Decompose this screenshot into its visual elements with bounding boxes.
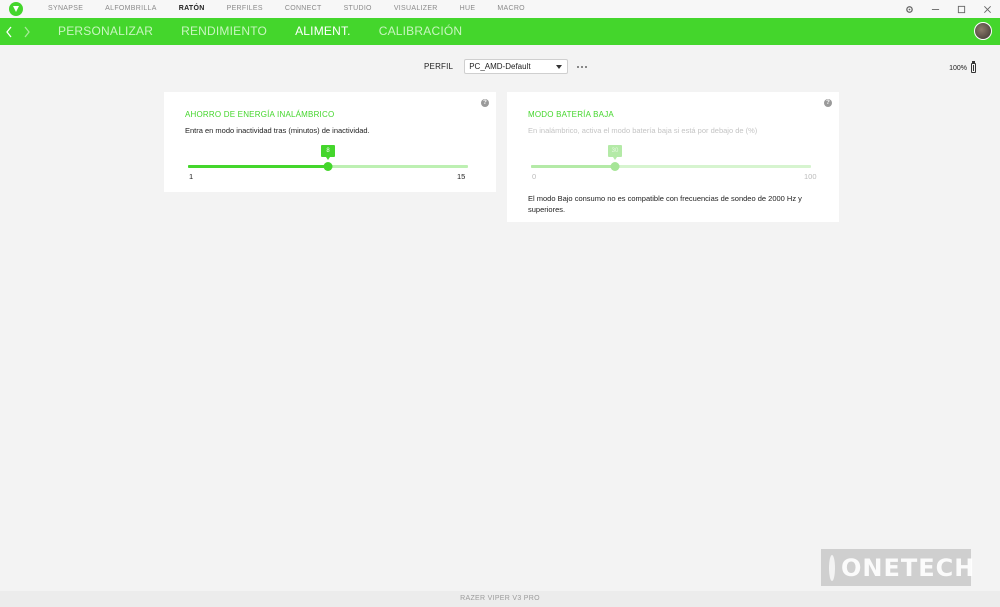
slider-min-label: 1 — [189, 172, 194, 181]
slider-value-bubble: 30 — [608, 145, 622, 160]
topnav-synapse[interactable]: SYNAPSE — [37, 0, 94, 18]
wireless-power-saving-card: ? AHORRO DE ENERGÍA INALÁMBRICO Entra en… — [164, 92, 496, 192]
idle-time-slider[interactable]: 8 — [188, 145, 468, 171]
slider-min-label: 0 — [532, 172, 537, 181]
card-title: MODO BATERÍA BAJA — [528, 110, 614, 119]
compatibility-note: El modo Bajo consumo no es compatible co… — [528, 194, 802, 214]
settings-gear-icon[interactable] — [896, 0, 922, 18]
slider-max-label: 15 — [457, 172, 466, 181]
more-options-icon[interactable] — [577, 65, 588, 68]
slider-track-fill — [188, 165, 328, 168]
slider-value-bubble: 8 — [321, 145, 335, 160]
profile-label: PERFIL — [424, 62, 454, 71]
card-description: Entra en modo inactividad tras (minutos)… — [185, 126, 370, 135]
tab-aliment[interactable]: ALIMENT. — [281, 18, 365, 45]
window-controls — [896, 0, 1000, 18]
battery-level: 100% — [949, 64, 967, 72]
watermark-logo-icon — [829, 554, 835, 581]
razer-logo-icon[interactable] — [9, 2, 23, 16]
topnav-macro[interactable]: MACRO — [486, 0, 536, 18]
card-title: AHORRO DE ENERGÍA INALÁMBRICO — [185, 110, 335, 119]
slider-max-label: 100 — [804, 172, 817, 181]
topnav-hue[interactable]: HUE — [449, 0, 487, 18]
title-bar: SYNAPSE ALFOMBRILLA RATÓN PERFILES CONNE… — [0, 0, 1000, 18]
minimize-icon[interactable] — [922, 0, 948, 18]
profile-dropdown[interactable]: PC_AMD-Default — [464, 59, 569, 74]
topnav-alfombrilla[interactable]: ALFOMBRILLA — [94, 0, 168, 18]
forward-arrow-icon[interactable] — [18, 18, 36, 45]
low-battery-threshold-slider[interactable]: 30 — [531, 145, 811, 171]
slider-track-fill — [531, 165, 615, 168]
topnav-perfiles[interactable]: PERFILES — [216, 0, 274, 18]
close-icon[interactable] — [974, 0, 1000, 18]
topnav-raton[interactable]: RATÓN — [168, 0, 216, 18]
profile-row: PERFIL PC_AMD-Default — [424, 59, 588, 74]
topnav-studio[interactable]: STUDIO — [333, 0, 383, 18]
card-description: En inalámbrico, activa el modo batería b… — [528, 126, 758, 135]
slider-thumb[interactable] — [610, 162, 620, 171]
back-arrow-icon[interactable] — [0, 18, 18, 45]
battery-icon — [971, 61, 976, 73]
device-name-footer: RAZER VIPER V3 PRO — [0, 591, 1000, 607]
tab-calibracion[interactable]: CALIBRACIÓN — [365, 18, 477, 45]
watermark: ONETECH — [821, 549, 974, 586]
sub-navigation: PERSONALIZAR RENDIMIENTO ALIMENT. CALIBR… — [0, 18, 1000, 45]
tab-personalizar[interactable]: PERSONALIZAR — [50, 18, 167, 45]
user-avatar[interactable] — [974, 22, 992, 40]
chevron-down-icon — [556, 65, 563, 69]
topnav-visualizer[interactable]: VISUALIZER — [383, 0, 449, 18]
maximize-icon[interactable] — [948, 0, 974, 18]
battery-status: 100% — [949, 61, 976, 73]
profile-selected-value: PC_AMD-Default — [469, 62, 531, 71]
topnav-connect[interactable]: CONNECT — [274, 0, 333, 18]
subnav-tabs: PERSONALIZAR RENDIMIENTO ALIMENT. CALIBR… — [50, 18, 476, 45]
tab-rendimiento[interactable]: RENDIMIENTO — [167, 18, 281, 45]
slider-thumb[interactable] — [323, 162, 333, 171]
help-icon[interactable]: ? — [481, 99, 489, 107]
help-icon[interactable]: ? — [824, 99, 832, 107]
top-navigation: SYNAPSE ALFOMBRILLA RATÓN PERFILES CONNE… — [37, 0, 536, 18]
low-battery-mode-card: ? MODO BATERÍA BAJA En inalámbrico, acti… — [507, 92, 839, 222]
watermark-text: ONETECH — [841, 553, 976, 582]
